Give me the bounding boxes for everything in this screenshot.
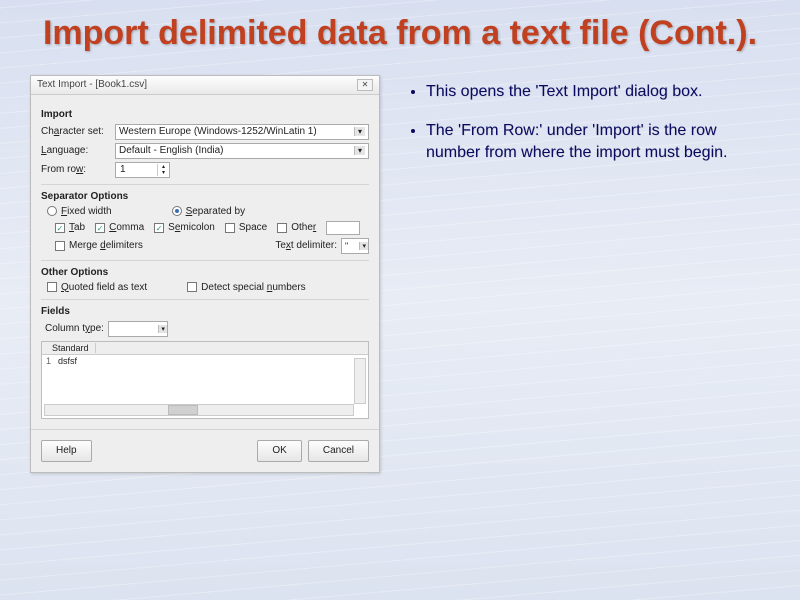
textdelim-label: Text delimiter: — [275, 240, 337, 251]
charset-combo[interactable]: Western Europe (Windows-1252/WinLatin 1)… — [115, 124, 369, 140]
quoted-check[interactable]: Quoted field as text — [47, 282, 147, 293]
charset-value: Western Europe (Windows-1252/WinLatin 1) — [119, 126, 317, 137]
scrollbar-horizontal[interactable] — [44, 404, 354, 416]
fromrow-value: 1 — [116, 164, 157, 175]
language-combo[interactable]: Default - English (India) ▾ — [115, 143, 369, 159]
coltype-label: Column type: — [45, 323, 104, 334]
chevron-down-icon: ▾ — [359, 242, 368, 250]
coltype-combo[interactable]: ▾ — [108, 321, 168, 337]
cancel-button[interactable]: Cancel — [308, 440, 369, 462]
spinner-arrows-icon[interactable]: ▴▾ — [157, 164, 169, 176]
chevron-down-icon: ▾ — [158, 325, 167, 333]
field-col-header: Standard — [46, 343, 96, 353]
space-check[interactable]: Space — [225, 221, 267, 235]
section-separator: Separator Options — [41, 191, 369, 202]
other-check[interactable]: Other — [277, 221, 316, 235]
bullet-item: This opens the 'Text Import' dialog box. — [426, 81, 770, 103]
semicolon-check[interactable]: Semicolon — [154, 221, 215, 235]
textdelim-value: " — [342, 241, 351, 251]
fixed-width-radio[interactable]: Fixed width — [47, 206, 112, 217]
text-import-dialog: Text Import - [Book1.csv] ✕ Import Chara… — [30, 75, 380, 473]
merge-check[interactable]: Merge delimiters — [55, 240, 143, 251]
section-fields: Fields — [41, 306, 369, 317]
bullet-item: The 'From Row:' under 'Import' is the ro… — [426, 120, 770, 163]
fromrow-spinner[interactable]: 1 ▴▾ — [115, 162, 170, 178]
section-import: Import — [41, 109, 369, 120]
fromrow-label: From row: — [41, 164, 111, 175]
fields-preview: Standard 1dsfsf — [41, 341, 369, 419]
chevron-down-icon: ▾ — [354, 127, 365, 136]
textdelim-combo[interactable]: " ▾ — [341, 238, 369, 254]
section-other: Other Options — [41, 267, 369, 278]
close-icon[interactable]: ✕ — [357, 79, 373, 91]
tab-check[interactable]: Tab — [55, 221, 85, 235]
other-input[interactable] — [326, 221, 360, 235]
scrollbar-vertical[interactable] — [354, 358, 366, 404]
field-cell: dsfsf — [58, 356, 77, 366]
chevron-down-icon: ▾ — [354, 146, 365, 155]
help-button[interactable]: Help — [41, 440, 92, 462]
slide-bullets: This opens the 'Text Import' dialog box.… — [400, 75, 780, 473]
ok-button[interactable]: OK — [257, 440, 301, 462]
detect-check[interactable]: Detect special numbers — [187, 282, 306, 293]
dialog-title: Text Import - [Book1.csv] — [37, 79, 147, 90]
language-value: Default - English (India) — [119, 145, 224, 156]
language-label: Language: — [41, 145, 111, 156]
separated-by-radio[interactable]: Separated by — [172, 206, 246, 217]
dialog-titlebar: Text Import - [Book1.csv] ✕ — [31, 76, 379, 95]
charset-label: Character set: — [41, 126, 111, 137]
comma-check[interactable]: Comma — [95, 221, 144, 235]
slide-title: Import delimited data from a text file (… — [0, 0, 800, 65]
